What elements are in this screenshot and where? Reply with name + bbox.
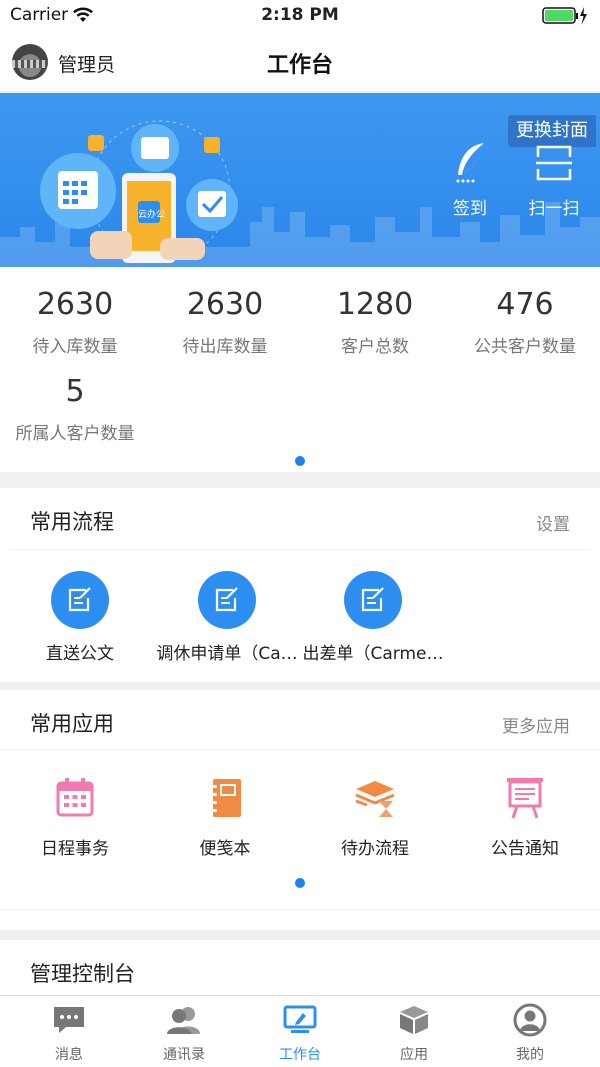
app-label: 便笺本 (199, 839, 251, 859)
process-item-business-trip[interactable]: 出差单（Carme… (298, 571, 448, 664)
nav-bar: 管理员 工作台 (0, 32, 600, 92)
tab-label: 通讯录 (163, 1047, 205, 1063)
chat-bubble-icon (29, 1004, 109, 1036)
contacts-icon (144, 1004, 224, 1036)
divider (0, 909, 600, 910)
stat-label: 所属人客户数量 (15, 424, 135, 444)
section-title: 常用流程 (30, 510, 114, 534)
banner: 云办公 更换封面 签到 扫一扫 (0, 93, 600, 267)
common-processes-section: 常用流程 设置 直送公文 调休申请单（Ca… 出差单（Carme… (0, 488, 600, 682)
settings-link[interactable]: 设置 (536, 510, 570, 535)
page-title: 工作台 (266, 53, 333, 78)
process-item-dispatch-doc[interactable]: 直送公文 (5, 571, 155, 664)
edit-doc-icon (51, 571, 109, 629)
app-item-notebook[interactable]: 便笺本 (150, 776, 300, 859)
app-item-announcement[interactable]: 公告通知 (450, 776, 600, 859)
tab-contacts[interactable]: 通讯录 (144, 1004, 224, 1064)
user-circle-icon (490, 1003, 570, 1037)
stat-pending-outbound[interactable]: 2630 待出库数量 (150, 287, 300, 357)
cube-icon (374, 1004, 454, 1036)
edit-doc-icon (344, 571, 402, 629)
scan-icon (532, 145, 576, 190)
stat-label: 待入库数量 (32, 337, 118, 357)
hourglass-icon (353, 776, 397, 820)
battery-icon (542, 6, 590, 30)
app-label: 待办流程 (341, 839, 409, 859)
stat-value: 5 (65, 374, 85, 409)
app-item-schedule[interactable]: 日程事务 (0, 776, 150, 859)
check-in-button[interactable]: 签到 (430, 141, 510, 219)
section-title: 管理控制台 (30, 962, 135, 986)
status-bar: Carrier 2:18 PM (0, 0, 600, 32)
app-label: 日程事务 (41, 839, 109, 859)
process-label: 调休申请单（Ca… (156, 644, 298, 664)
stat-total-customers[interactable]: 1280 客户总数 (300, 287, 450, 357)
process-item-leave-request[interactable]: 调休申请单（Ca… (152, 571, 302, 664)
tab-label: 工作台 (279, 1047, 321, 1063)
admin-console-section[interactable]: 管理控制台 (0, 940, 600, 1000)
divider (10, 549, 590, 550)
common-apps-section: 常用应用 更多应用 日程事务 便笺本 待办流程 公告通知 (0, 690, 600, 930)
page-indicator-dot (295, 456, 305, 466)
stat-pending-inbound[interactable]: 2630 待入库数量 (0, 287, 150, 357)
section-title: 常用应用 (30, 712, 114, 736)
notebook-icon (203, 776, 247, 820)
stat-label: 待出库数量 (182, 337, 268, 357)
stat-label: 公共客户数量 (474, 337, 576, 357)
status-time: 2:18 PM (261, 5, 339, 25)
process-label: 直送公文 (46, 644, 114, 664)
stats-panel: 2630 待入库数量 2630 待出库数量 1280 客户总数 476 公共客户… (0, 267, 600, 473)
app-item-pending-process[interactable]: 待办流程 (300, 776, 450, 859)
stat-label: 客户总数 (341, 337, 409, 357)
stat-value: 2630 (186, 287, 264, 322)
tab-workbench[interactable]: 工作台 (260, 1004, 340, 1064)
easel-board-icon (503, 776, 547, 820)
stat-value: 2630 (36, 287, 114, 322)
stat-owned-customers[interactable]: 5 所属人客户数量 (0, 374, 150, 444)
tab-bar: 消息 通讯录 工作台 应用 我的 (0, 995, 600, 1067)
stat-value: 476 (496, 287, 554, 322)
calendar-icon (53, 776, 97, 820)
scan-button[interactable]: 扫一扫 (514, 141, 594, 219)
check-in-label: 签到 (453, 199, 487, 219)
monitor-icon (260, 1004, 340, 1036)
more-apps-link[interactable]: 更多应用 (502, 712, 570, 737)
app-label: 公告通知 (491, 839, 559, 859)
process-label: 出差单（Carme… (302, 644, 444, 664)
tab-messages[interactable]: 消息 (29, 1004, 109, 1064)
stat-value: 1280 (336, 287, 414, 322)
office-illustration (40, 120, 238, 263)
stat-public-customers[interactable]: 476 公共客户数量 (450, 287, 600, 357)
tab-label: 应用 (400, 1047, 428, 1063)
tab-me[interactable]: 我的 (490, 1003, 570, 1064)
divider (0, 749, 600, 750)
page-indicator-dot (295, 878, 305, 888)
tab-label: 我的 (516, 1047, 544, 1063)
illustration-app-text: 云办公 (138, 210, 166, 220)
feather-icon (450, 142, 490, 190)
edit-doc-icon (198, 571, 256, 629)
scan-label: 扫一扫 (528, 199, 580, 219)
tab-apps[interactable]: 应用 (374, 1004, 454, 1064)
tab-label: 消息 (55, 1047, 83, 1063)
